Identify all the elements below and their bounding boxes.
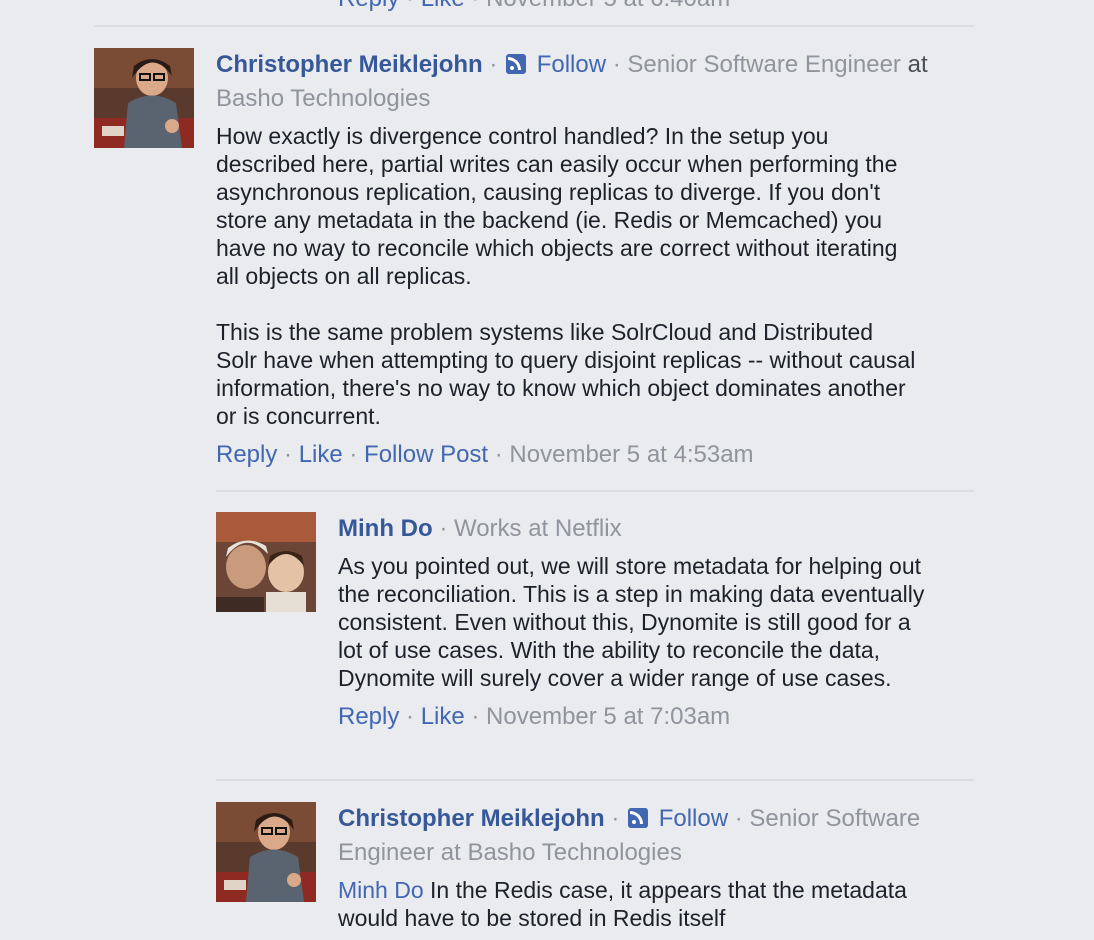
comment-timestamp[interactable]: November 5 at 4:53am (509, 441, 753, 468)
previous-comment-actions: Reply · Like · November 5 at 6:40am (338, 0, 1038, 14)
comment-body: How exactly is divergence control handle… (216, 122, 916, 430)
comment: Christopher Meiklejohn · Follow · Senior… (216, 48, 936, 470)
comment: Christopher Meiklejohn · Follow · Senior… (338, 802, 938, 932)
author-title[interactable]: Senior Software Engineer (627, 51, 901, 78)
avatar[interactable] (216, 512, 316, 612)
comment-paragraph: How exactly is divergence control handle… (216, 123, 898, 289)
author-name[interactable]: Minh Do (338, 515, 433, 542)
author-company[interactable]: Basho Technologies (216, 85, 430, 112)
reply-link[interactable]: Reply (216, 441, 277, 468)
rss-icon[interactable] (628, 808, 649, 828)
comment-body: Minh Do In the Redis case, it appears th… (338, 876, 928, 932)
comment-timestamp[interactable]: November 5 at 7:03am (486, 703, 730, 730)
author-at: at (440, 839, 461, 866)
rss-icon[interactable] (506, 54, 527, 74)
comment-header: Minh Do · Works at Netflix (338, 515, 622, 542)
comment-actions: Reply · Like · November 5 at 7:03am (338, 703, 731, 730)
comment: Minh Do · Works at Netflix As you pointe… (338, 512, 938, 732)
comment-divider (216, 779, 974, 781)
reply-link[interactable]: Reply (338, 0, 399, 12)
comment-divider (216, 490, 974, 492)
mention-link[interactable]: Minh Do (338, 877, 424, 903)
like-link[interactable]: Like (421, 703, 465, 730)
comment-divider (94, 25, 974, 27)
comment-body: As you pointed out, we will store metada… (338, 552, 928, 692)
comment-actions: Reply · Like · Follow Post · November 5 … (216, 441, 754, 468)
like-link[interactable]: Like (421, 0, 465, 12)
author-at: at (907, 51, 928, 78)
comment-header: Christopher Meiklejohn · Follow · Senior… (338, 805, 921, 866)
comment-paragraph: This is the same problem systems like So… (216, 319, 916, 429)
author-name[interactable]: Christopher Meiklejohn (338, 805, 605, 832)
follow-post-link[interactable]: Follow Post (364, 441, 488, 468)
comment-timestamp[interactable]: November 5 at 6:40am (486, 0, 730, 12)
like-link[interactable]: Like (299, 441, 343, 468)
follow-link[interactable]: Follow (537, 51, 606, 78)
comment-text: In the Redis case, it appears that the m… (338, 877, 907, 931)
follow-link[interactable]: Follow (659, 805, 728, 832)
comment-paragraph: As you pointed out, we will store metada… (338, 553, 925, 691)
author-name[interactable]: Christopher Meiklejohn (216, 51, 483, 78)
reply-link[interactable]: Reply (338, 703, 399, 730)
author-company[interactable]: Netflix (555, 515, 622, 542)
comment-paragraph: Minh Do In the Redis case, it appears th… (338, 876, 928, 932)
author-works-at: Works at (453, 515, 549, 542)
avatar[interactable] (94, 48, 194, 148)
comment-header: Christopher Meiklejohn · Follow · Senior… (216, 51, 928, 112)
avatar[interactable] (216, 802, 316, 902)
author-company[interactable]: Basho Technologies (467, 839, 681, 866)
